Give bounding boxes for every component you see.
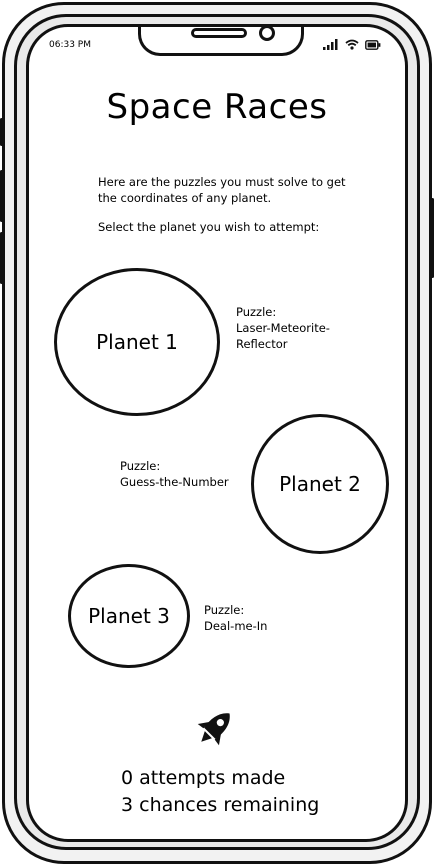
planet-2-puzzle: Puzzle: Guess-the-Number — [120, 458, 229, 490]
planet-2-label: Planet 2 — [279, 472, 361, 496]
planet-3-puzzle-heading: Puzzle: — [204, 603, 245, 617]
mute-switch — [0, 118, 3, 146]
planet-2-button[interactable]: Planet 2 — [251, 414, 389, 554]
status-icons — [323, 39, 381, 50]
camera — [259, 27, 275, 41]
wifi-icon — [345, 39, 359, 50]
planet-1-puzzle-heading: Puzzle: — [236, 305, 277, 319]
rocket-icon — [197, 713, 230, 746]
planet-3-puzzle: Puzzle: Deal-me-In — [204, 602, 267, 634]
status-time: 06:33 PM — [49, 40, 91, 50]
planet-3-label: Planet 3 — [88, 604, 170, 628]
planet-1-puzzle: Puzzle: Laser-Meteorite-Reflector — [236, 304, 346, 352]
planet-3-button[interactable]: Planet 3 — [68, 564, 190, 668]
speaker — [191, 28, 247, 38]
volume-down-button — [0, 232, 3, 284]
planet-3-puzzle-name: Deal-me-In — [204, 619, 268, 633]
volume-up-button — [0, 170, 3, 222]
planet-1-button[interactable]: Planet 1 — [54, 268, 220, 416]
page-title: Space Races — [106, 87, 328, 127]
notch — [138, 27, 304, 56]
instruction-text: Select the planet you wish to attempt: — [98, 220, 320, 234]
intro-text: Here are the puzzles you must solve to g… — [98, 175, 346, 205]
battery-icon — [365, 40, 381, 50]
phone-screen: 06:33 PM Space Races Here are the puzzle… — [26, 24, 408, 842]
attempts-count: 0 attempts made — [121, 767, 286, 789]
chances-remaining: 3 chances remaining — [121, 794, 320, 816]
planet-1-label: Planet 1 — [96, 330, 178, 354]
planet-2-puzzle-name: Guess-the-Number — [120, 475, 229, 489]
stats: 0 attempts made 3 chances remaining — [121, 765, 319, 819]
planet-1-puzzle-name: Laser-Meteorite-Reflector — [236, 321, 330, 351]
signal-icon — [323, 39, 338, 50]
planet-2-puzzle-heading: Puzzle: — [120, 459, 161, 473]
